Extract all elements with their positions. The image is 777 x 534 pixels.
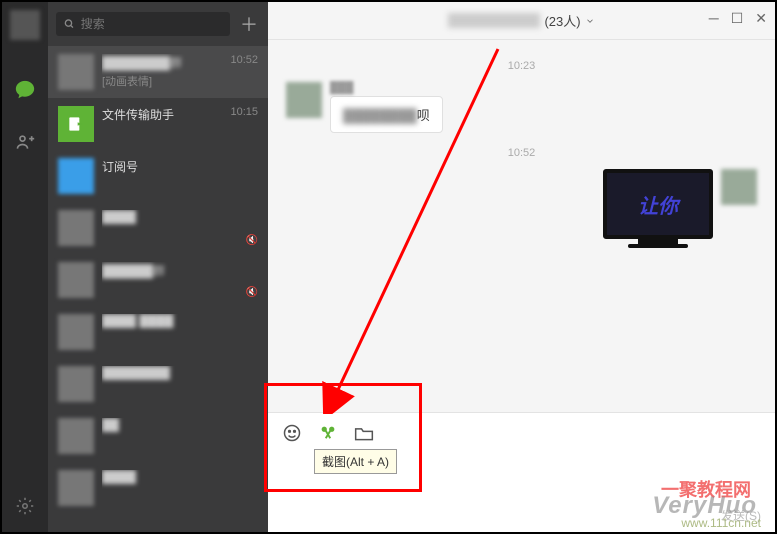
time-divider: 10:23: [286, 60, 757, 72]
conversation-title: ████████: [102, 366, 258, 380]
chevron-down-icon[interactable]: [585, 16, 595, 26]
conversation-title: ████ ████: [102, 314, 258, 328]
file-button[interactable]: [354, 423, 374, 443]
screenshot-button[interactable]: [318, 423, 338, 443]
conversation-item[interactable]: ████ 🔇: [48, 202, 268, 254]
conversation-title: ██████群: [102, 262, 258, 279]
time-divider: 10:52: [286, 147, 757, 159]
conversation-item[interactable]: ██: [48, 410, 268, 462]
conversation-avatar: [58, 106, 94, 142]
input-toolbar: [282, 423, 761, 443]
conversation-item[interactable]: ██████群 🔇: [48, 254, 268, 306]
conversation-avatar: [58, 366, 94, 402]
image-message[interactable]: 让你: [603, 169, 713, 248]
send-hint: 发送(S): [721, 507, 761, 524]
minimize-button[interactable]: ─: [709, 10, 719, 27]
conversation-avatar: [58, 314, 94, 350]
mute-icon: 🔇: [246, 235, 258, 246]
conversation-item[interactable]: ████: [48, 462, 268, 514]
conversation-avatar: [58, 470, 94, 506]
close-button[interactable]: ✕: [755, 10, 767, 27]
conversation-time: 10:15: [230, 106, 258, 118]
message-avatar[interactable]: [721, 169, 757, 205]
conversation-avatar: [58, 210, 94, 246]
app-window: ＋ ████████群 [动画表情] 10:52 文件传输助手 10:15: [0, 0, 777, 534]
message-sender: ███: [330, 82, 443, 94]
screenshot-tooltip: 截图(Alt + A): [314, 449, 397, 474]
search-input[interactable]: [56, 12, 230, 36]
conversation-avatar: [58, 418, 94, 454]
new-chat-button[interactable]: ＋: [238, 13, 260, 35]
window-controls: ─ ☐ ✕: [709, 10, 767, 27]
conversation-title: ████: [102, 470, 258, 484]
contacts-tab-icon[interactable]: [13, 130, 37, 154]
chat-input-area: 截图(Alt + A) 发送(S): [268, 412, 775, 532]
conversation-preview: [动画表情]: [102, 73, 258, 89]
conversation-title: ██: [102, 418, 258, 432]
conversation-avatar: [58, 158, 94, 194]
chat-header: xxxxxxxx (23人) ─ ☐ ✕: [268, 2, 775, 40]
conversation-title: 订阅号: [102, 158, 258, 175]
settings-icon[interactable]: [13, 494, 37, 518]
conversation-item[interactable]: ████████: [48, 358, 268, 410]
conversation-item[interactable]: 文件传输助手 10:15: [48, 98, 268, 150]
conversation-time: 10:52: [230, 54, 258, 66]
chat-body: 10:23 ███ ████████呗 10:52 让你: [268, 40, 775, 412]
message-row: ███ ████████呗: [286, 82, 757, 133]
conversation-avatar: [58, 262, 94, 298]
chat-tab-icon[interactable]: [13, 78, 37, 102]
conversation-item[interactable]: ████ ████: [48, 306, 268, 358]
maximize-button[interactable]: ☐: [731, 10, 744, 27]
conversation-item[interactable]: ████████群 [动画表情] 10:52: [48, 46, 268, 98]
chat-panel: xxxxxxxx (23人) ─ ☐ ✕ 10:23 ███ ████████呗: [268, 2, 775, 532]
chat-title[interactable]: xxxxxxxx (23人): [448, 11, 594, 30]
message-bubble: ████████呗: [330, 96, 443, 133]
chat-title-suffix: (23人): [544, 11, 580, 30]
conversation-sidebar: ＋ ████████群 [动画表情] 10:52 文件传输助手 10:15: [48, 2, 268, 532]
search-row: ＋: [48, 2, 268, 46]
nav-rail: [2, 2, 48, 532]
conversation-list: ████████群 [动画表情] 10:52 文件传输助手 10:15 订阅号: [48, 46, 268, 532]
message-row: 让你: [286, 169, 757, 248]
message-avatar[interactable]: [286, 82, 322, 118]
conversation-avatar: [58, 54, 94, 90]
emoji-button[interactable]: [282, 423, 302, 443]
search-field[interactable]: [81, 17, 222, 31]
conversation-title: ████: [102, 210, 258, 224]
my-avatar[interactable]: [10, 10, 40, 40]
conversation-item[interactable]: 订阅号: [48, 150, 268, 202]
mute-icon: 🔇: [246, 287, 258, 298]
